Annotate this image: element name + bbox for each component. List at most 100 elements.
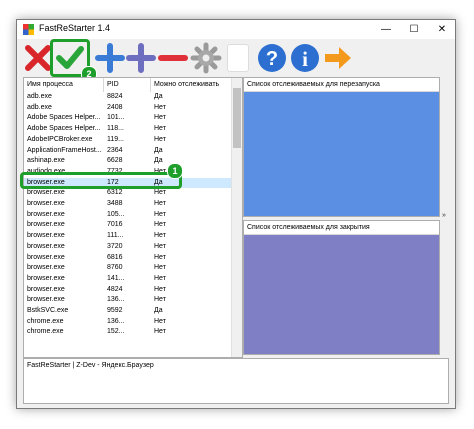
trackable-cell: Нет bbox=[154, 189, 166, 197]
pid-cell: 7016 bbox=[107, 221, 123, 229]
exit-arrow-icon[interactable] bbox=[322, 42, 354, 74]
status-panel: FastReStarter | Z-Dev - Яндекс.Браузер bbox=[23, 358, 449, 404]
trackable-cell: Нет bbox=[154, 296, 166, 304]
table-row[interactable]: browser.exe 6816 Нет bbox=[24, 253, 232, 264]
table-row[interactable]: browser.exe 111... Нет bbox=[24, 231, 232, 242]
trackable-cell: Нет bbox=[154, 135, 166, 143]
trackable-cell: Нет bbox=[154, 232, 166, 240]
trackable-cell: Нет bbox=[154, 253, 166, 261]
table-row[interactable]: adb.exe 8824 Да bbox=[24, 92, 232, 103]
pid-cell: 3488 bbox=[107, 200, 123, 207]
trackable-cell: Нет bbox=[154, 221, 166, 229]
table-row[interactable]: Adobe Spaces Helper... 118... Нет bbox=[24, 124, 232, 135]
pid-cell: 105... bbox=[107, 210, 125, 218]
process-name-cell: Adobe Spaces Helper... bbox=[27, 114, 101, 122]
pid-cell: 152... bbox=[107, 328, 125, 336]
pid-cell: 2408 bbox=[107, 103, 123, 111]
table-row[interactable]: browser.exe 3488 Нет bbox=[24, 199, 232, 210]
pid-cell: 118... bbox=[107, 125, 124, 133]
table-row[interactable]: browser.exe 3720 Нет bbox=[24, 242, 232, 253]
maximize-button[interactable]: ☐ bbox=[400, 20, 428, 39]
table-row[interactable]: browser.exe 6312 Нет bbox=[24, 188, 232, 199]
vertical-scrollbar[interactable] bbox=[231, 78, 242, 357]
pid-cell: 3720 bbox=[107, 242, 123, 250]
process-name-cell: browser.exe bbox=[27, 232, 65, 240]
restart-list[interactable]: Список отслеживаемых для перезапуска bbox=[243, 77, 440, 217]
process-name-cell: ApplicationFrameHost... bbox=[27, 146, 102, 154]
trackable-cell: Нет bbox=[154, 125, 166, 133]
pid-cell: 136... bbox=[107, 317, 125, 325]
pid-cell: 6816 bbox=[107, 253, 123, 261]
help-question-icon[interactable]: ? bbox=[256, 42, 288, 74]
app-icon bbox=[23, 24, 34, 35]
trackable-cell: Нет bbox=[154, 317, 166, 325]
table-row[interactable]: Adobe Spaces Helper... 101... Нет bbox=[24, 113, 232, 124]
process-name-cell: browser.exe bbox=[27, 210, 65, 218]
pid-cell: 9592 bbox=[107, 307, 123, 314]
blank-document-icon[interactable] bbox=[227, 44, 249, 72]
title-bar: FastReStarter 1.4 — ☐ ✕ bbox=[17, 20, 455, 39]
process-name-cell: AdobeIPCBroker.exe bbox=[27, 135, 93, 143]
table-row[interactable]: chrome.exe 152... Нет bbox=[24, 327, 232, 338]
process-name-cell: browser.exe bbox=[27, 285, 65, 293]
collapse-panel-button[interactable]: » bbox=[442, 212, 446, 219]
table-row[interactable]: browser.exe 8760 Нет bbox=[24, 263, 232, 274]
process-name-cell: browser.exe bbox=[27, 242, 65, 250]
process-name-cell: browser.exe bbox=[27, 253, 65, 261]
process-name-cell: ashinap.exe bbox=[27, 157, 65, 165]
table-row[interactable]: adb.exe 2408 Нет bbox=[24, 103, 232, 114]
selected-row-highlight bbox=[20, 172, 182, 189]
table-row[interactable]: BstkSVC.exe 9592 Да bbox=[24, 306, 232, 317]
table-row[interactable]: AdobeIPCBroker.exe 119... Нет bbox=[24, 135, 232, 146]
settings-gear-icon[interactable] bbox=[190, 42, 222, 74]
close-button[interactable]: ✕ bbox=[428, 20, 456, 39]
column-header-name[interactable]: Имя процесса bbox=[24, 78, 104, 92]
trackable-cell: Нет bbox=[154, 285, 166, 293]
app-window: FastReStarter 1.4 — ☐ ✕ 2 ? i Имя процес… bbox=[16, 19, 456, 409]
close-list[interactable]: Список отслеживаемых для закрытия bbox=[243, 220, 440, 355]
pid-cell: 6312 bbox=[107, 189, 123, 197]
table-row[interactable]: chrome.exe 136... Нет bbox=[24, 317, 232, 328]
window-title: FastReStarter 1.4 bbox=[39, 23, 111, 33]
column-header-pid[interactable]: PID bbox=[104, 78, 151, 92]
restart-list-body[interactable] bbox=[244, 92, 439, 216]
table-row[interactable]: browser.exe 141... Нет bbox=[24, 274, 232, 285]
trackable-cell: Нет bbox=[154, 114, 166, 122]
add-close-plus-icon[interactable] bbox=[125, 42, 157, 74]
status-text: FastReStarter | Z-Dev - Яндекс.Браузер bbox=[27, 362, 154, 369]
scrollbar-thumb[interactable] bbox=[233, 88, 241, 148]
trackable-cell: Нет bbox=[154, 103, 166, 111]
process-name-cell: chrome.exe bbox=[27, 317, 64, 325]
about-info-icon[interactable]: i bbox=[289, 42, 321, 74]
pid-cell: 101... bbox=[107, 114, 125, 122]
trackable-cell: Да bbox=[154, 157, 163, 165]
process-name-cell: BstkSVC.exe bbox=[27, 307, 69, 314]
table-row[interactable]: browser.exe 7016 Нет bbox=[24, 220, 232, 231]
process-name-cell: chrome.exe bbox=[27, 328, 64, 336]
process-name-cell: adb.exe bbox=[27, 93, 52, 100]
pid-cell: 111... bbox=[107, 232, 124, 240]
pid-cell: 8824 bbox=[107, 93, 123, 100]
pid-cell: 141... bbox=[107, 274, 125, 282]
trackable-cell: Нет bbox=[154, 274, 166, 282]
pid-cell: 2364 bbox=[107, 146, 123, 154]
trackable-cell: Нет bbox=[154, 210, 166, 218]
process-list[interactable]: Имя процесса PID Можно отслеживать adb.e… bbox=[23, 77, 243, 358]
table-row[interactable]: browser.exe 4824 Нет bbox=[24, 285, 232, 296]
table-row[interactable]: ashinap.exe 6628 Да bbox=[24, 156, 232, 167]
pid-cell: 6628 bbox=[107, 157, 123, 165]
close-list-header: Список отслеживаемых для закрытия bbox=[244, 221, 439, 235]
add-restart-plus-icon[interactable] bbox=[94, 42, 126, 74]
pid-cell: 119... bbox=[107, 135, 124, 143]
minimize-button[interactable]: — bbox=[372, 20, 400, 39]
delete-minus-icon[interactable] bbox=[157, 42, 189, 74]
trackable-cell: Нет bbox=[154, 328, 166, 336]
svg-text:i: i bbox=[302, 47, 308, 71]
trackable-cell: Нет bbox=[154, 242, 166, 250]
column-header-trackable[interactable]: Можно отслеживать bbox=[151, 78, 232, 92]
table-row[interactable]: browser.exe 136... Нет bbox=[24, 295, 232, 306]
process-name-cell: browser.exe bbox=[27, 189, 65, 197]
table-row[interactable]: ApplicationFrameHost... 2364 Да bbox=[24, 146, 232, 157]
close-list-body[interactable] bbox=[244, 235, 439, 354]
table-row[interactable]: browser.exe 105... Нет bbox=[24, 210, 232, 221]
